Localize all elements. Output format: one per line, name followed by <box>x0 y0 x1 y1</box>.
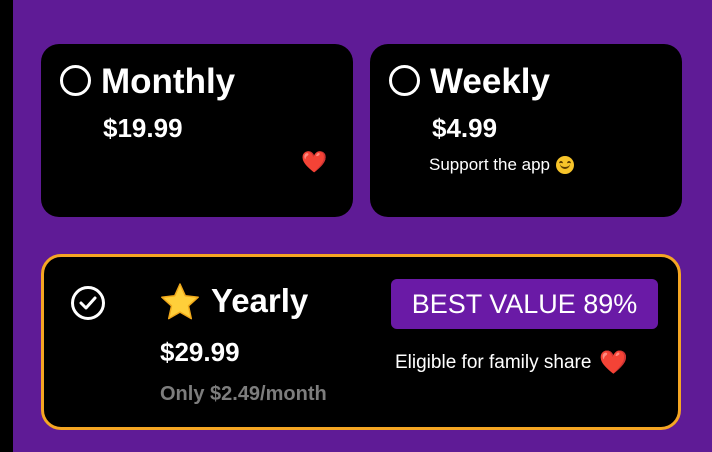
plan-name: Weekly <box>430 62 550 101</box>
best-value-badge: BEST VALUE 89% <box>391 279 658 329</box>
plan-price: $19.99 <box>103 113 183 143</box>
radio-unselected-icon[interactable] <box>60 65 91 96</box>
star-icon <box>159 282 201 327</box>
plan-note-text: Eligible for family share <box>395 352 592 373</box>
plan-note: Support the app <box>429 155 574 174</box>
plan-name: Yearly <box>211 282 309 319</box>
checkmark-circle-icon[interactable] <box>71 286 105 320</box>
plan-note-text: Support the app <box>429 155 550 174</box>
plan-price: $4.99 <box>432 113 498 143</box>
plan-monthly-equivalent: Only $2.49/month <box>160 383 327 405</box>
plan-card-weekly[interactable]: Weekly $4.99 Support the app <box>370 44 682 217</box>
radio-unselected-icon[interactable] <box>389 65 420 96</box>
screen-edge <box>0 0 13 452</box>
plan-card-yearly[interactable]: Yearly $29.99 Only $2.49/month BEST VALU… <box>41 254 681 430</box>
plan-name: Monthly <box>101 62 236 101</box>
smiling-face-icon <box>555 156 574 174</box>
heart-icon: ❤️ <box>599 350 629 376</box>
paywall-page: Monthly $19.99 ❤️ Weekly $4.99 Support t… <box>0 0 712 452</box>
plan-note: Eligible for family share ❤️ <box>395 350 629 376</box>
plan-card-monthly[interactable]: Monthly $19.99 ❤️ <box>41 44 353 217</box>
heart-icon: ❤️ <box>301 150 328 174</box>
plan-price: $29.99 <box>160 337 240 367</box>
